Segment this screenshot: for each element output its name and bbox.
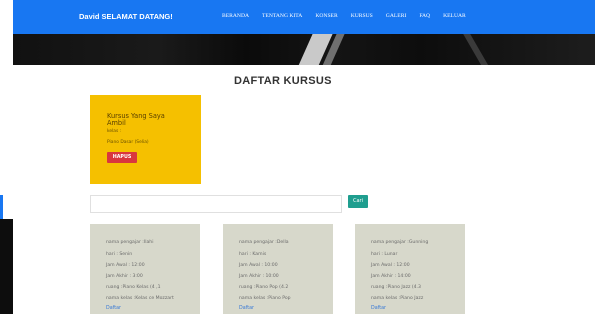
hero-banner <box>13 34 595 65</box>
course-room: ruang :Piano Pop (4.2 <box>239 285 289 290</box>
course-start: Jam Awal : 10:00 <box>239 263 278 268</box>
nav-item-faq[interactable]: FAQ <box>419 13 430 19</box>
course-start: Jam Awal : 12:00 <box>106 263 145 268</box>
taken-course-name: Piano Dasar (Selia) <box>107 140 149 145</box>
course-class: nama kelas :Piano Pop <box>239 296 291 301</box>
nav-item-konser[interactable]: KONSER <box>315 13 337 19</box>
course-card: nama pengajar :Gunning hari : Lunar Jam … <box>355 224 465 314</box>
course-class: nama kelas :Piano Jazz <box>371 296 424 301</box>
nav-item-galeri[interactable]: GALERI <box>386 13 407 19</box>
search-input[interactable] <box>90 195 342 213</box>
nav-menu: BERANDA TENTANG KITA KONSER KURSUS GALER… <box>222 13 479 19</box>
course-end: Jam Akhir : 10:00 <box>239 274 279 279</box>
side-dark-panel <box>0 219 13 314</box>
search-button[interactable]: Cari <box>348 195 368 208</box>
nav-item-kursus[interactable]: KURSUS <box>351 13 373 19</box>
register-link[interactable]: Daftar <box>371 306 386 311</box>
welcome-brand: David SELAMAT DATANG! <box>79 12 173 21</box>
course-end: Jam Akhir : 14:00 <box>371 274 411 279</box>
course-start: Jam Awal : 12:00 <box>371 263 410 268</box>
nav-item-keluar[interactable]: KELUAR <box>443 13 466 19</box>
course-day: hari : Kamis <box>239 252 267 257</box>
course-card: nama pengajar :Della hari : Kamis Jam Aw… <box>223 224 333 314</box>
register-link[interactable]: Daftar <box>239 306 254 311</box>
page-title: DAFTAR KURSUS <box>234 75 332 87</box>
course-class: nama kelas :Kelas ce Mozzart <box>106 296 174 301</box>
course-teacher: nama pengajar :Della <box>239 240 289 245</box>
nav-item-beranda[interactable]: BERANDA <box>222 13 249 19</box>
course-day: hari : Senin <box>106 252 133 257</box>
hero-light-streak <box>458 34 495 65</box>
course-teacher: nama pengajar :Ilahi <box>106 240 154 245</box>
taken-course-card: Kursus Yang Saya Ambil kelas : Piano Das… <box>90 95 201 184</box>
remove-course-button[interactable]: HAPUS <box>107 152 137 163</box>
navbar: David SELAMAT DATANG! BERANDA TENTANG KI… <box>13 0 595 34</box>
taken-course-status: kelas : <box>107 129 122 134</box>
side-accent-bar <box>0 195 3 219</box>
taken-course-heading: Kursus Yang Saya Ambil <box>107 112 165 127</box>
nav-item-tentang-kita[interactable]: TENTANG KITA <box>262 13 302 19</box>
course-teacher: nama pengajar :Gunning <box>371 240 429 245</box>
course-room: ruang :Piano Kelas (4 ,1 <box>106 285 161 290</box>
register-link[interactable]: Daftar <box>106 306 121 311</box>
course-card: nama pengajar :Ilahi hari : Senin Jam Aw… <box>90 224 200 314</box>
course-day: hari : Lunar <box>371 252 398 257</box>
course-end: Jam Akhir : 3:00 <box>106 274 143 279</box>
course-room: ruang :Piano Jazz (4.3 <box>371 285 421 290</box>
